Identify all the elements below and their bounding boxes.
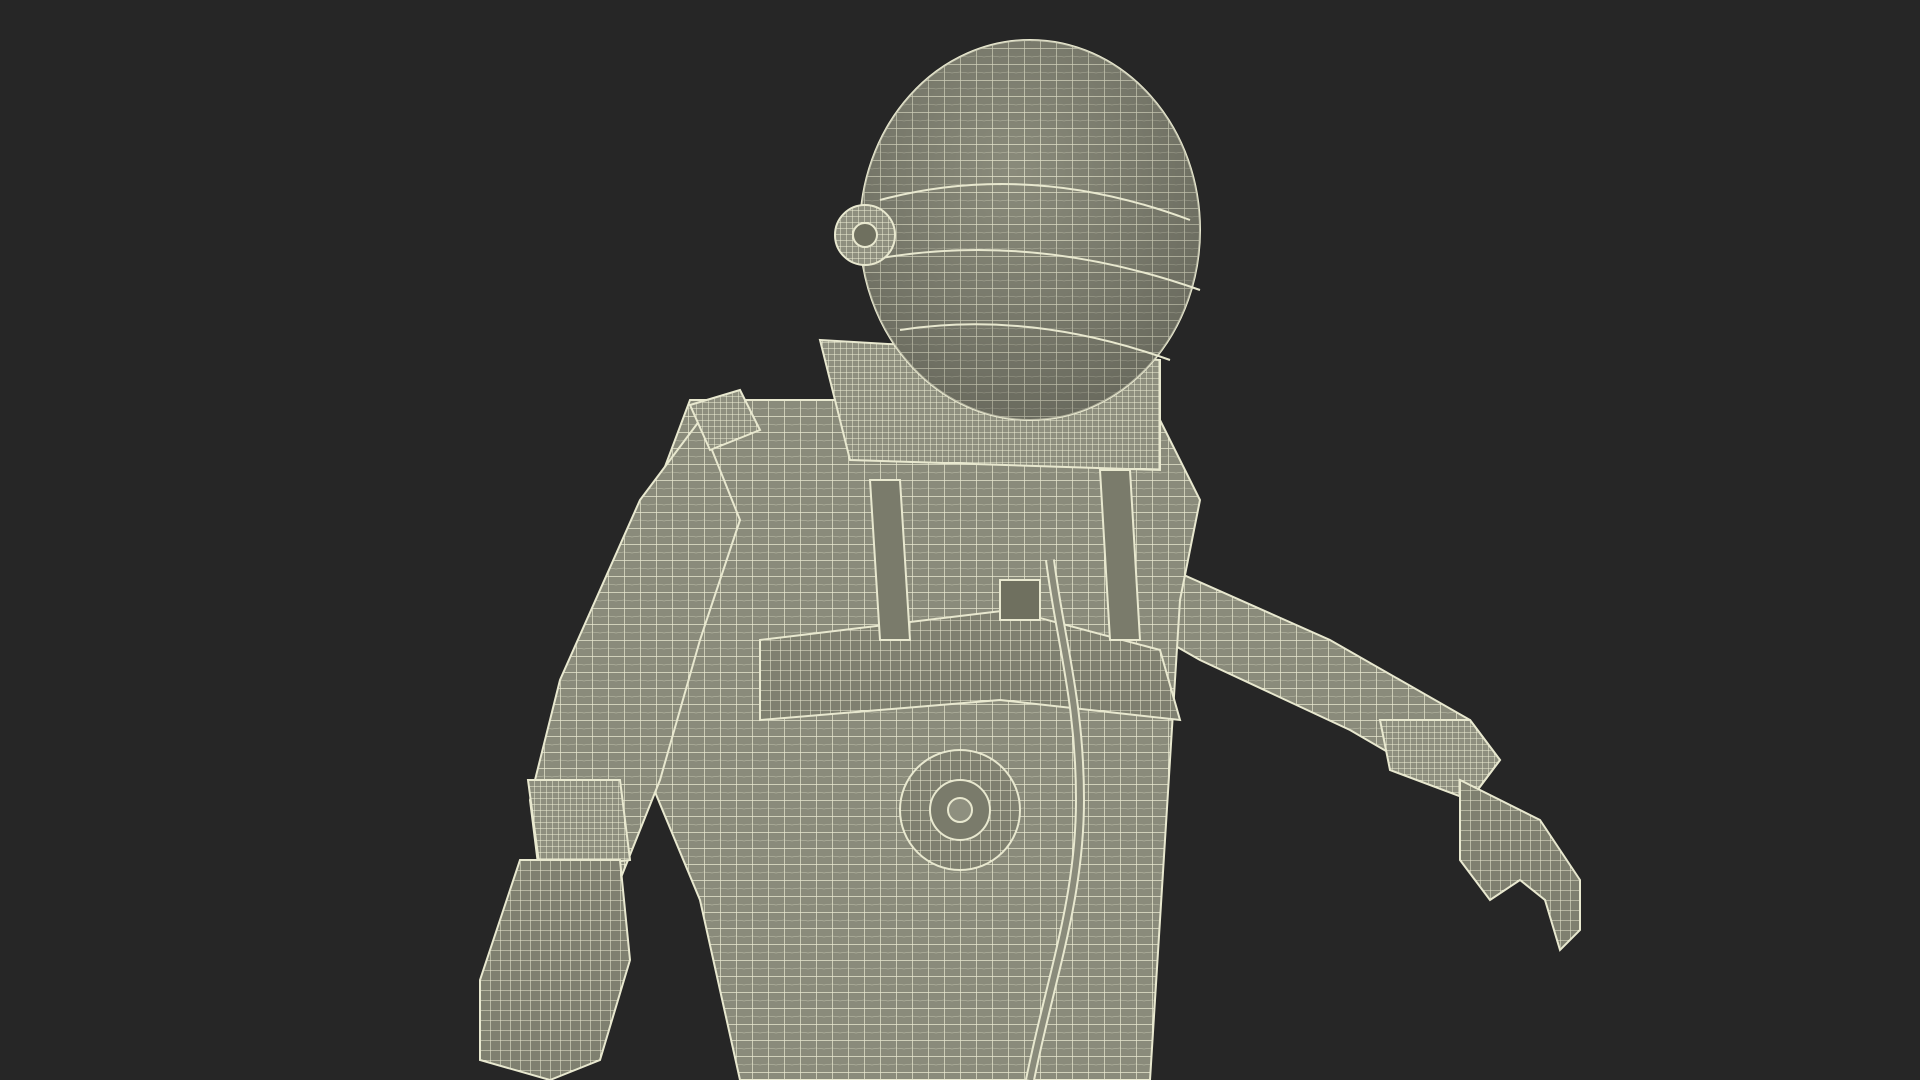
chest-port: [899, 749, 1021, 871]
right-cuff: [1378, 719, 1502, 802]
render-viewport: [0, 0, 1920, 1080]
left-cuff: [526, 779, 632, 872]
right-glove: [1459, 778, 1581, 952]
chest-buckle: [999, 579, 1041, 621]
helmet: [859, 39, 1201, 421]
astronaut-wireframe-model: [479, 39, 1581, 1080]
left-glove: [479, 859, 632, 1080]
astronaut-figure: [479, 39, 1581, 1080]
helmet-side-fitting: [834, 204, 896, 266]
